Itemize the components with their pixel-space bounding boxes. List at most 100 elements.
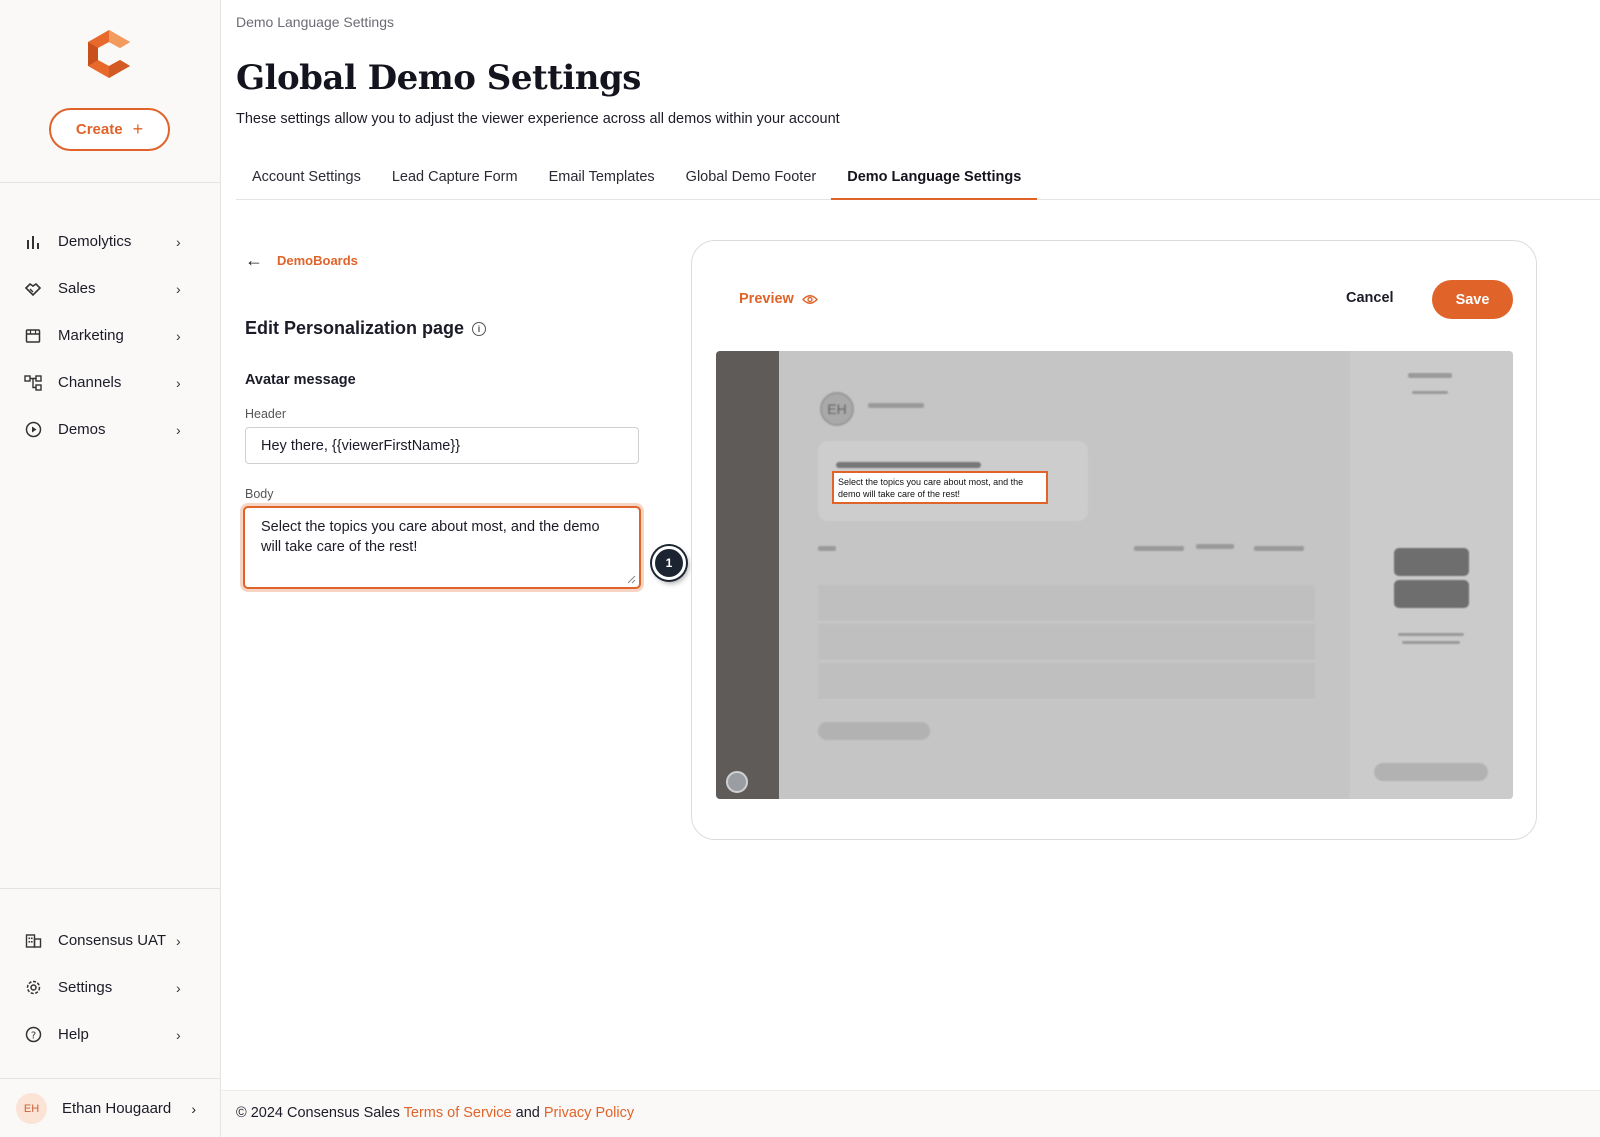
main-content: Demo Language Settings Global Demo Setti… <box>221 0 1600 1137</box>
preview-label: Preview <box>739 291 818 307</box>
sidebar-divider <box>0 1078 220 1079</box>
page-subtitle: These settings allow you to adjust the v… <box>236 111 840 127</box>
chevron-right-icon: › <box>176 327 181 344</box>
tab-lead-capture-form[interactable]: Lead Capture Form <box>376 163 534 200</box>
preview-text-line <box>1408 373 1452 378</box>
preview-card-icon <box>1394 580 1469 608</box>
preview-callout: Select the topics you care about most, a… <box>832 471 1048 504</box>
preview-text-line <box>1196 544 1234 549</box>
preview-text-line <box>1402 641 1460 644</box>
sidebar-item-label: Sales <box>58 280 96 297</box>
sidebar-item-label: Settings <box>58 979 113 996</box>
tab-demo-language-settings[interactable]: Demo Language Settings <box>831 163 1038 200</box>
sidebar-item-settings[interactable]: Settings › <box>0 964 220 1011</box>
sidebar-item-demolytics[interactable]: Demolytics › <box>0 218 220 265</box>
step-badge: 1 <box>652 546 686 580</box>
resize-handle-icon[interactable] <box>626 574 636 584</box>
sidebar-item-channels[interactable]: Channels › <box>0 359 220 406</box>
eye-icon <box>801 294 818 304</box>
back-link-label: DemoBoards <box>277 253 358 268</box>
preview-text-line <box>1398 633 1464 636</box>
chevron-right-icon: › <box>176 1026 181 1043</box>
footer-and: and <box>515 1105 540 1121</box>
user-menu[interactable]: EH Ethan Hougaard › <box>0 1080 220 1137</box>
header-field-label: Header <box>245 407 286 421</box>
chevron-right-icon: › <box>176 233 181 250</box>
sidebar-item-marketing[interactable]: Marketing › <box>0 312 220 359</box>
sidebar-item-help[interactable]: ? Help › <box>0 1011 220 1058</box>
preview-text-line <box>836 462 981 468</box>
cancel-button[interactable]: Cancel <box>1346 290 1394 306</box>
svg-text:?: ? <box>30 1030 35 1041</box>
chevron-right-icon: › <box>176 979 181 996</box>
preview-text-line <box>1412 391 1448 394</box>
header-input[interactable] <box>245 427 639 464</box>
preview-text-line <box>1134 546 1184 551</box>
sidebar: Create + Demolytics › Sales › Marketing … <box>0 0 221 1137</box>
preview-pill <box>1374 763 1488 781</box>
storefront-icon <box>24 327 42 345</box>
info-icon[interactable]: i <box>472 321 487 336</box>
main-nav: Demolytics › Sales › Marketing › Channel… <box>0 218 220 453</box>
preview-card: Preview Cancel Save EH Select the topics… <box>691 240 1537 840</box>
sidebar-item-label: Channels <box>58 374 122 391</box>
preview-text-line <box>818 546 836 551</box>
play-circle-icon <box>24 421 42 439</box>
create-button-label: Create <box>75 121 123 138</box>
help-circle-icon: ? <box>24 1026 42 1044</box>
chevron-right-icon: › <box>176 374 181 391</box>
plus-icon: + <box>132 119 144 139</box>
footer-copyright: © 2024 Consensus Sales <box>236 1105 400 1121</box>
bottom-nav: Consensus UAT › Settings › ? Help › <box>0 917 220 1058</box>
consensus-logo-icon[interactable] <box>86 30 132 78</box>
section-title-text: Edit Personalization page <box>245 318 465 338</box>
arrow-left-icon: ← <box>245 250 263 270</box>
back-link[interactable]: ← DemoBoards <box>245 250 358 271</box>
sidebar-item-label: Marketing <box>58 327 124 344</box>
page-title: Global Demo Settings <box>236 58 641 98</box>
sidebar-item-label: Help <box>58 1026 89 1043</box>
gear-icon <box>24 979 42 997</box>
sidebar-divider <box>0 888 220 889</box>
create-button[interactable]: Create + <box>49 108 170 151</box>
settings-tabs: Account Settings Lead Capture Form Email… <box>236 163 1600 200</box>
demo-preview-screen: EH Select the topics you care about most… <box>716 351 1513 799</box>
chevron-right-icon: › <box>176 421 181 438</box>
chevron-right-icon: › <box>176 280 181 297</box>
tab-global-demo-footer[interactable]: Global Demo Footer <box>670 163 833 200</box>
privacy-link[interactable]: Privacy Policy <box>544 1105 634 1121</box>
chevron-right-icon: › <box>176 932 181 949</box>
user-name: Ethan Hougaard <box>62 1099 172 1117</box>
preview-table-row <box>818 624 1315 661</box>
preview-sidebar <box>716 351 779 799</box>
preview-card-icon <box>1394 548 1469 576</box>
sidebar-item-demos[interactable]: Demos › <box>0 406 220 453</box>
sidebar-item-label: Demos <box>58 421 106 438</box>
network-icon <box>24 374 42 392</box>
footer: © 2024 Consensus Sales Terms of Service … <box>221 1090 1600 1137</box>
preview-text-line <box>1254 546 1304 551</box>
sidebar-item-consensus-uat[interactable]: Consensus UAT › <box>0 917 220 964</box>
sidebar-item-label: Demolytics <box>58 233 132 250</box>
tab-email-templates[interactable]: Email Templates <box>533 163 671 200</box>
save-button[interactable]: Save <box>1432 280 1513 319</box>
preview-right-panel <box>1350 351 1513 799</box>
preview-table-row <box>818 663 1315 700</box>
preview-label-text: Preview <box>739 291 794 307</box>
preview-text-line <box>868 403 924 408</box>
building-icon <box>24 932 42 950</box>
sidebar-item-label: Consensus UAT <box>58 932 167 949</box>
tab-account-settings[interactable]: Account Settings <box>236 163 377 200</box>
sidebar-divider <box>0 182 220 183</box>
body-textarea[interactable]: Select the topics you care about most, a… <box>243 506 641 589</box>
handshake-icon <box>24 280 42 298</box>
preview-pill <box>818 722 930 740</box>
terms-link[interactable]: Terms of Service <box>404 1105 512 1121</box>
avatar: EH <box>16 1093 47 1124</box>
chevron-right-icon: › <box>191 1100 196 1117</box>
preview-avatar: EH <box>820 392 854 426</box>
avatar-message-heading: Avatar message <box>245 372 356 388</box>
preview-table-row <box>818 585 1315 622</box>
sidebar-item-sales[interactable]: Sales › <box>0 265 220 312</box>
breadcrumb: Demo Language Settings <box>236 14 394 30</box>
